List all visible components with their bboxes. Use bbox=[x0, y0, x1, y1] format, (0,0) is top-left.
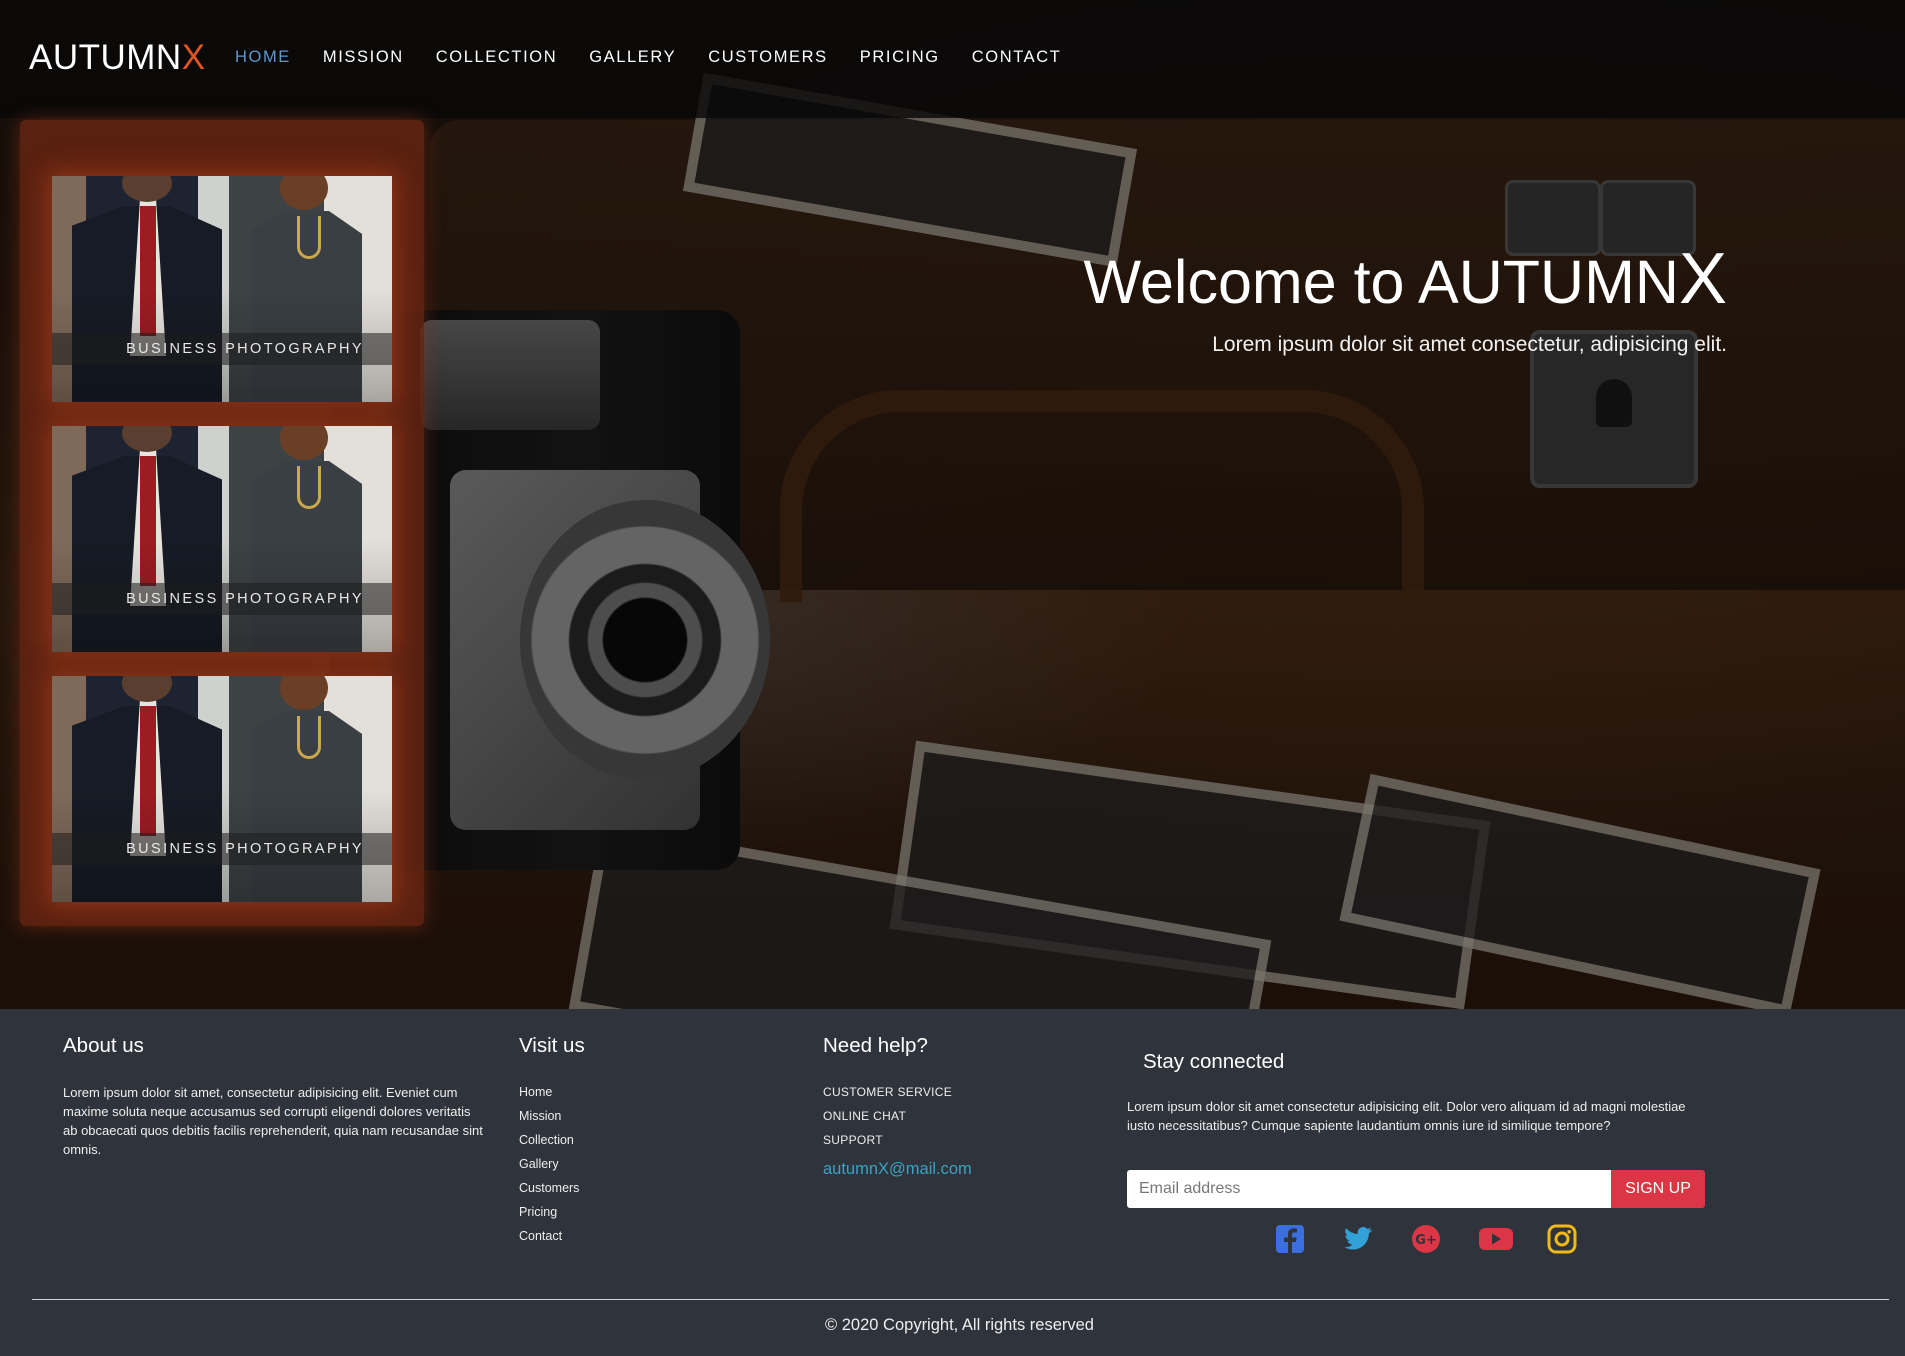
footer-divider bbox=[32, 1299, 1889, 1300]
footer-help: Need help? CUSTOMER SERVICE ONLINE CHAT … bbox=[823, 1034, 972, 1179]
instagram-icon[interactable] bbox=[1547, 1224, 1577, 1254]
footer-help-links: CUSTOMER SERVICE ONLINE CHAT SUPPORT bbox=[823, 1080, 972, 1152]
youtube-icon[interactable] bbox=[1479, 1224, 1513, 1254]
footer-link-collection[interactable]: Collection bbox=[519, 1128, 585, 1152]
email-input[interactable] bbox=[1127, 1170, 1611, 1208]
nav-link-home[interactable]: HOME bbox=[235, 48, 291, 67]
footer-link-contact[interactable]: Contact bbox=[519, 1224, 585, 1248]
google-plus-icon[interactable]: G+ bbox=[1411, 1224, 1441, 1254]
twitter-icon[interactable] bbox=[1343, 1224, 1373, 1254]
hero-text: Welcome to AUTUMNX Lorem ipsum dolor sit… bbox=[1083, 239, 1727, 357]
brand-logo[interactable]: AUTUMNX bbox=[29, 38, 206, 78]
gallery-sidebar: BUSINESS PHOTOGRAPHY BUSINESS PHOTOGRAPH… bbox=[20, 120, 424, 926]
footer-link-mission[interactable]: Mission bbox=[519, 1104, 585, 1128]
nav-link-gallery[interactable]: GALLERY bbox=[589, 48, 676, 67]
hero-title-main: Welcome to AUTUMN bbox=[1083, 248, 1679, 316]
gallery-card[interactable]: BUSINESS PHOTOGRAPHY bbox=[52, 676, 392, 902]
nav-link-pricing[interactable]: PRICING bbox=[860, 48, 940, 67]
footer-link-home[interactable]: Home bbox=[519, 1080, 585, 1104]
nav-link-mission[interactable]: MISSION bbox=[323, 48, 404, 67]
nav-link-contact[interactable]: CONTACT bbox=[972, 48, 1062, 67]
gallery-card-caption: BUSINESS PHOTOGRAPHY bbox=[52, 333, 392, 365]
social-links: G+ bbox=[1275, 1224, 1615, 1254]
main-menu: HOME MISSION COLLECTION GALLERY CUSTOMER… bbox=[235, 48, 1093, 67]
help-link-support[interactable]: SUPPORT bbox=[823, 1128, 972, 1152]
footer-link-pricing[interactable]: Pricing bbox=[519, 1200, 585, 1224]
footer-help-heading: Need help? bbox=[823, 1034, 928, 1057]
footer-about-heading: About us bbox=[63, 1034, 144, 1057]
nav-link-collection[interactable]: COLLECTION bbox=[436, 48, 557, 67]
footer-visit-heading: Visit us bbox=[519, 1034, 585, 1057]
footer-about: About us Lorem ipsum dolor sit amet, con… bbox=[63, 1034, 483, 1159]
help-email-link[interactable]: autumnX@mail.com bbox=[823, 1160, 972, 1179]
footer-visit: Visit us Home Mission Collection Gallery… bbox=[519, 1034, 585, 1248]
footer-link-gallery[interactable]: Gallery bbox=[519, 1152, 585, 1176]
brand-accent: X bbox=[181, 38, 206, 77]
newsletter-form: SIGN UP bbox=[1127, 1170, 1705, 1208]
copyright-text: © 2020 Copyright, All rights reserved bbox=[825, 1316, 1094, 1334]
footer-stay-heading: Stay connected bbox=[1143, 1050, 1285, 1073]
hero-subtitle: Lorem ipsum dolor sit amet consectetur, … bbox=[1212, 333, 1727, 357]
nav-link-customers[interactable]: CUSTOMERS bbox=[708, 48, 828, 67]
sign-up-button[interactable]: SIGN UP bbox=[1611, 1170, 1705, 1208]
footer-link-customers[interactable]: Customers bbox=[519, 1176, 585, 1200]
footer-visit-links: Home Mission Collection Gallery Customer… bbox=[519, 1080, 585, 1248]
gallery-card-caption: BUSINESS PHOTOGRAPHY bbox=[52, 583, 392, 615]
facebook-icon[interactable] bbox=[1275, 1224, 1305, 1254]
help-link-customer-service[interactable]: CUSTOMER SERVICE bbox=[823, 1080, 972, 1104]
footer-about-text: Lorem ipsum dolor sit amet, consectetur … bbox=[63, 1085, 483, 1157]
gallery-card[interactable]: BUSINESS PHOTOGRAPHY bbox=[52, 426, 392, 652]
hero-title-accent: X bbox=[1678, 239, 1727, 319]
gallery-card[interactable]: BUSINESS PHOTOGRAPHY bbox=[52, 176, 392, 402]
footer-stay-text: Lorem ipsum dolor sit amet consectetur a… bbox=[1127, 1099, 1686, 1133]
help-link-online-chat[interactable]: ONLINE CHAT bbox=[823, 1104, 972, 1128]
navbar: AUTUMNX HOME MISSION COLLECTION GALLERY … bbox=[0, 0, 1905, 118]
footer-stay-connected: Stay connected Lorem ipsum dolor sit ame… bbox=[1127, 1050, 1707, 1135]
brand-name: AUTUMN bbox=[29, 38, 182, 77]
svg-text:G+: G+ bbox=[1415, 1233, 1437, 1248]
hero-title: Welcome to AUTUMNX bbox=[1083, 239, 1727, 319]
gallery-card-caption: BUSINESS PHOTOGRAPHY bbox=[52, 833, 392, 865]
